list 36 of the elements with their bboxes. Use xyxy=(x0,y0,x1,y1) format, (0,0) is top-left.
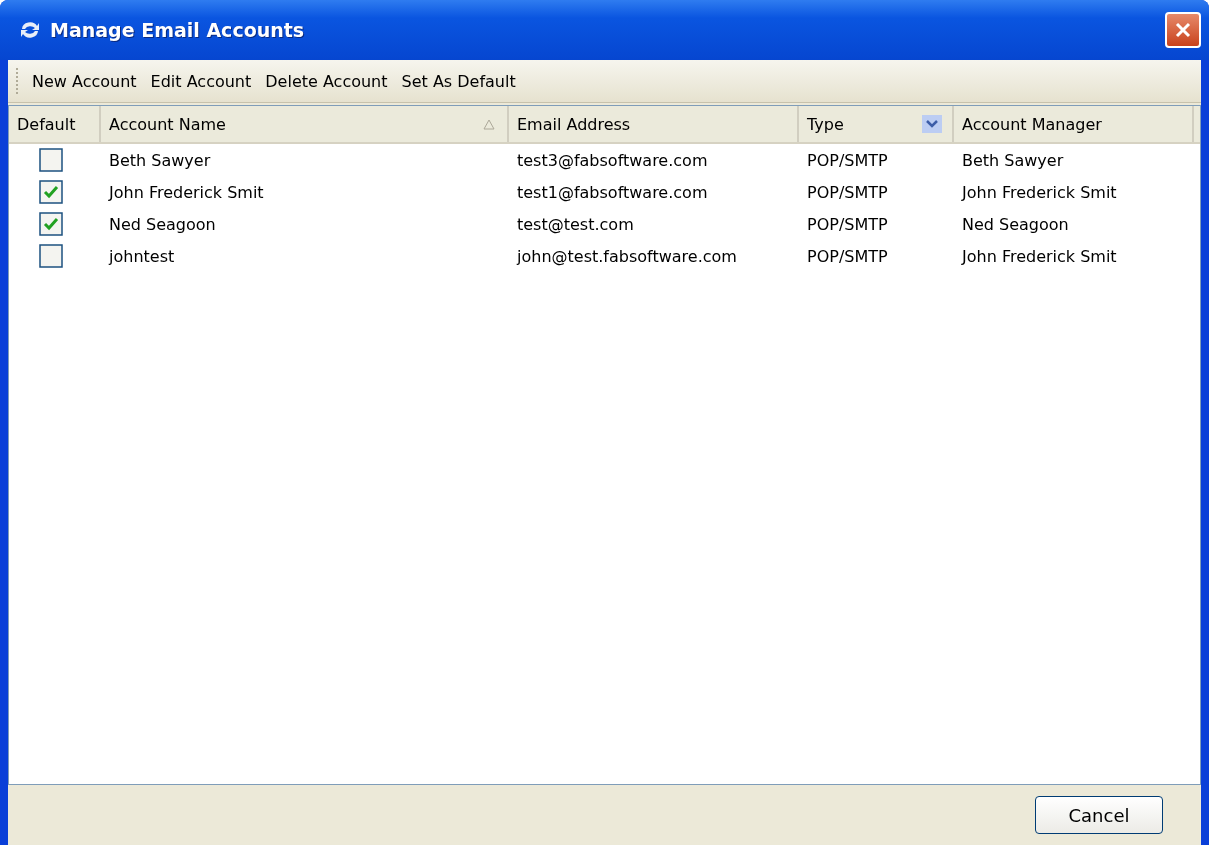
table-cell: test@test.com xyxy=(517,214,634,234)
table-cell: Beth Sawyer xyxy=(962,150,1064,170)
table-cell: John Frederick Smit xyxy=(962,246,1117,266)
checkbox[interactable] xyxy=(39,180,63,204)
toolbar-button[interactable]: New Account xyxy=(25,71,144,91)
table-cell: John Frederick Smit xyxy=(109,182,264,202)
column-header[interactable]: Type xyxy=(807,114,922,134)
table-cell: johntest xyxy=(109,246,175,266)
table-cell: john@test.fabsoftware.com xyxy=(517,246,737,266)
column-header[interactable]: Account Manager xyxy=(962,114,1184,134)
table-cell: test1@fabsoftware.com xyxy=(517,182,708,202)
checkbox[interactable] xyxy=(39,148,63,172)
close-button[interactable] xyxy=(1165,12,1201,48)
toolbar-button[interactable]: Set As Default xyxy=(394,71,523,91)
column-header[interactable]: Account Name xyxy=(109,114,483,134)
refresh-icon xyxy=(18,20,42,40)
dropdown-button-icon[interactable] xyxy=(922,115,942,133)
table-cell: Beth Sawyer xyxy=(109,150,211,170)
grip-icon xyxy=(16,67,19,95)
window-title: Manage Email Accounts xyxy=(50,19,306,41)
toolbar-button[interactable]: Delete Account xyxy=(258,71,395,91)
cancel-button[interactable]: Cancel xyxy=(1035,796,1163,834)
table-cell: POP/SMTP xyxy=(807,150,888,170)
table-cell: POP/SMTP xyxy=(807,214,888,234)
table-cell: POP/SMTP xyxy=(807,246,888,266)
table-cell: Ned Seagoon xyxy=(962,214,1069,234)
table-cell: test3@fabsoftware.com xyxy=(517,150,708,170)
close-icon xyxy=(1175,22,1191,38)
column-header[interactable]: Default xyxy=(17,114,91,134)
table-cell: John Frederick Smit xyxy=(962,182,1117,202)
toolbar-button[interactable]: Edit Account xyxy=(143,71,259,91)
table-cell: POP/SMTP xyxy=(807,182,888,202)
checkbox[interactable] xyxy=(39,244,63,268)
column-header[interactable]: Email Address xyxy=(517,114,789,134)
table-cell: Ned Seagoon xyxy=(109,214,216,234)
checkbox[interactable] xyxy=(39,212,63,236)
